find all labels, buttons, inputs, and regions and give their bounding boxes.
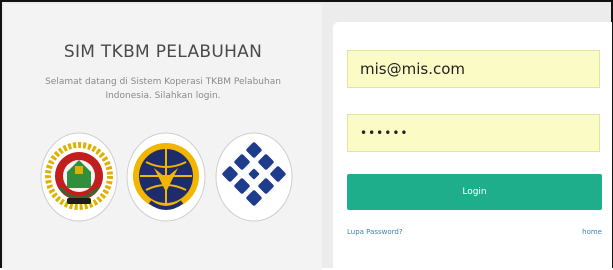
email-field[interactable] <box>347 50 600 88</box>
branding-panel: SIM TKBM PELABUHAN Selamat datang di Sis… <box>4 4 322 270</box>
password-field[interactable] <box>347 114 600 152</box>
ministry-of-manpower-emblem-icon <box>215 132 293 222</box>
welcome-text: Selamat datang di Sistem Koperasi TKBM P… <box>45 77 281 101</box>
forgot-password-link[interactable]: Lupa Password? <box>347 228 403 236</box>
koperasi-emblem-icon <box>40 132 118 222</box>
home-link[interactable]: home <box>582 228 602 236</box>
ministry-of-transportation-emblem-icon <box>126 132 206 222</box>
page-frame: SIM TKBM PELABUHAN Selamat datang di Sis… <box>0 0 613 270</box>
login-panel: Login Lupa Password? home <box>333 22 612 270</box>
login-button[interactable]: Login <box>347 174 602 210</box>
app-title: SIM TKBM PELABUHAN <box>63 42 263 62</box>
